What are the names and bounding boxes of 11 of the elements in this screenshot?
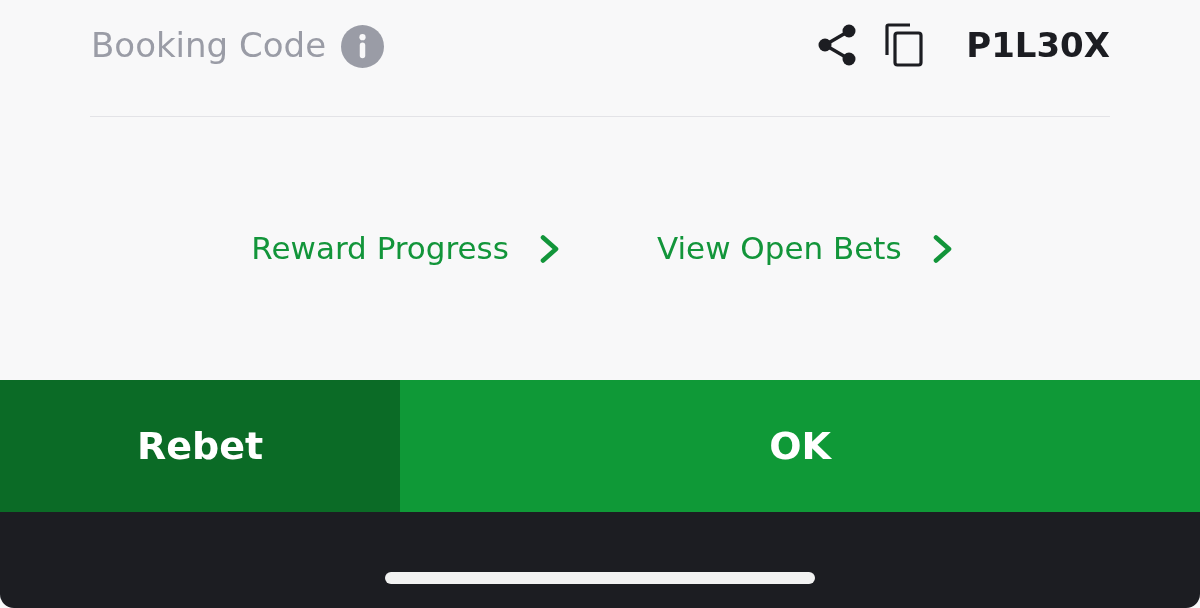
copy-icon[interactable]: [885, 23, 924, 67]
chevron-right-icon: [932, 234, 953, 263]
booking-code-label: Booking Code: [91, 24, 327, 66]
view-open-bets-link[interactable]: View Open Bets: [656, 229, 953, 268]
booking-code: P1L30X: [966, 24, 1110, 66]
ok-button[interactable]: OK: [400, 380, 1200, 512]
rebet-button[interactable]: Rebet: [0, 380, 400, 512]
share-icon[interactable]: [818, 24, 857, 66]
chevron-right-icon: [539, 234, 560, 263]
info-icon[interactable]: [341, 24, 385, 68]
reward-progress-link[interactable]: Reward Progress: [251, 229, 560, 268]
